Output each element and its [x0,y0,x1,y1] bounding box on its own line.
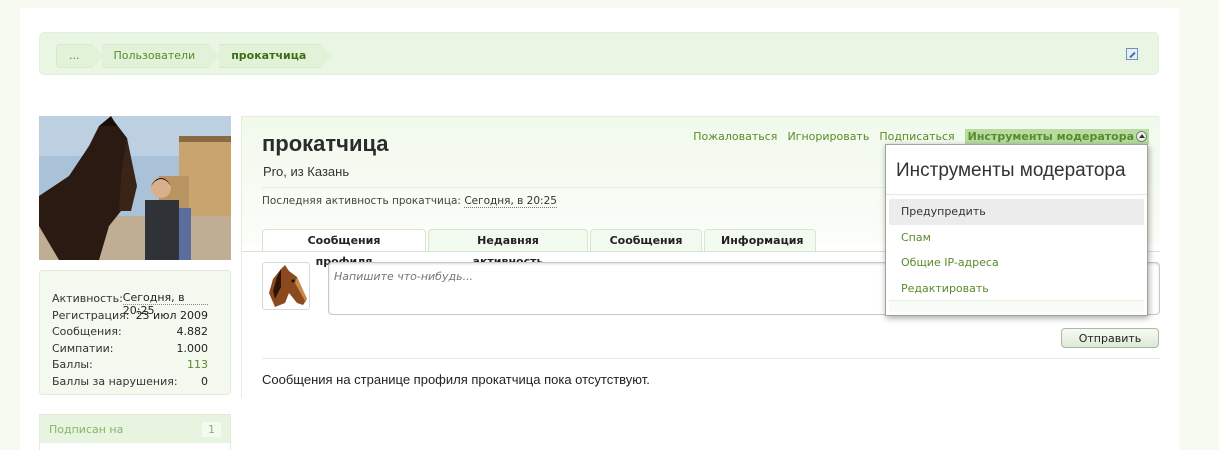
ignore-link[interactable]: Игнорировать [787,130,869,143]
following-header: Подписан на 1 [40,415,230,443]
following-link[interactable]: Подписан на [49,423,123,436]
horse-head-icon [263,263,309,309]
profile-stats: Активность: Сегодня, в 20:25 Регистрация… [39,270,231,395]
breadcrumb: ... Пользователи прокатчица [56,44,332,68]
report-link[interactable]: Пожаловаться [693,130,777,143]
horse-photo-icon [39,116,231,260]
stat-points: Баллы: 113 [52,357,208,374]
stat-value: 23 июл 2009 [135,308,208,322]
stat-likes: Симпатии: 1.000 [52,341,208,358]
menu-item-shared-ips[interactable]: Общие IP-адреса [889,250,1144,276]
mod-menu-footer [889,300,1144,312]
tab-profile-posts[interactable]: Сообщения профиля [262,229,426,268]
profile-actions: Пожаловаться Игнорировать Подписаться Ин… [693,129,1149,144]
follow-link[interactable]: Подписаться [879,130,954,143]
empty-messages-text: Сообщения на странице профиля прокатчица… [262,372,650,387]
menu-item-edit[interactable]: Редактировать [889,276,1144,302]
stat-value: 1.000 [176,341,209,355]
breadcrumb-users[interactable]: Пользователи [101,44,220,68]
following-count: 1 [202,421,221,437]
submit-button[interactable]: Отправить [1061,328,1159,348]
stat-label: Баллы за нарушения: [52,374,178,388]
avatar[interactable] [262,262,310,310]
stat-warning-points: Баллы за нарушения: 0 [52,374,208,391]
stat-activity: Активность: Сегодня, в 20:25 [52,291,208,317]
stat-value: Сегодня, в 20:25 [122,291,208,317]
stat-value: 0 [201,374,208,388]
mod-tools-menu: Инструменты модератора Предупредить Спам… [885,144,1148,316]
mod-tools-label: Инструменты модератора [967,130,1134,143]
jump-to-icon[interactable] [1126,48,1138,60]
stat-label: Баллы: [52,358,93,371]
stat-label: Регистрация: [52,308,130,322]
user-title: Pro, из Казань [263,164,350,179]
tab-information[interactable]: Информация [704,229,816,251]
page-title: прокатчица [262,131,389,156]
stat-value: 4.882 [176,325,209,338]
mod-menu-list: Предупредить Спам Общие IP-адреса Редакт… [886,195,1147,301]
last-activity: Последняя активность прокатчица: Сегодня… [262,195,557,208]
divider [262,358,1160,359]
tab-recent-activity[interactable]: Недавняя активность [428,229,588,268]
stat-label: Сообщения: [52,325,122,338]
last-activity-label: Последняя активность прокатчица: [262,195,461,207]
stat-label: Активность: [52,292,123,305]
breadcrumb-current[interactable]: прокатчица [219,44,332,68]
tab-postings[interactable]: Сообщения [590,229,702,251]
last-activity-time: Сегодня, в 20:25 [464,195,557,208]
following-box: Подписан на 1 [39,414,231,450]
mod-tools-button[interactable]: Инструменты модератора [964,129,1149,144]
breadcrumb-home[interactable]: ... [56,44,102,68]
profile-avatar[interactable] [39,116,231,260]
profile-tabs: Сообщения профиля Недавняя активность Со… [262,229,816,268]
stat-points-link[interactable]: 113 [187,357,208,374]
stat-label: Симпатии: [52,341,114,355]
stat-messages: Сообщения: 4.882 [52,324,208,341]
menu-item-spam[interactable]: Спам [889,225,1144,251]
chevron-up-icon [1136,131,1147,142]
mod-menu-title: Инструменты модератора [886,145,1147,195]
menu-item-warn[interactable]: Предупредить [889,199,1144,225]
breadcrumb-bar: ... Пользователи прокатчица [39,32,1159,75]
divider [262,187,902,188]
